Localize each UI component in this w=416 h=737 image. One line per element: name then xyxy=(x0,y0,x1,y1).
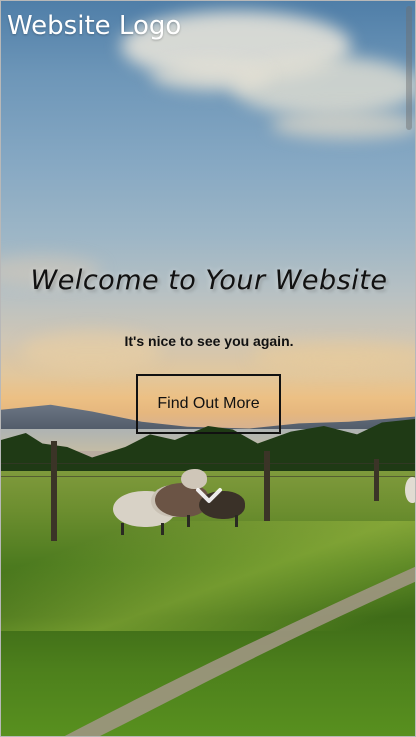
browser-viewport: Website Logo Welcome to Your Website It'… xyxy=(0,0,416,737)
dirt-path xyxy=(64,566,415,736)
website-logo[interactable]: Website Logo xyxy=(7,11,181,41)
hero-subtitle: It's nice to see you again. xyxy=(124,333,294,349)
scrollbar[interactable] xyxy=(404,2,414,736)
chevron-down-icon[interactable] xyxy=(193,485,225,507)
scrollbar-thumb[interactable] xyxy=(406,6,412,130)
find-out-more-button[interactable]: Find Out More xyxy=(136,374,281,434)
hero-background-image xyxy=(1,1,415,736)
hero-title: Welcome to Your Website xyxy=(30,265,388,296)
